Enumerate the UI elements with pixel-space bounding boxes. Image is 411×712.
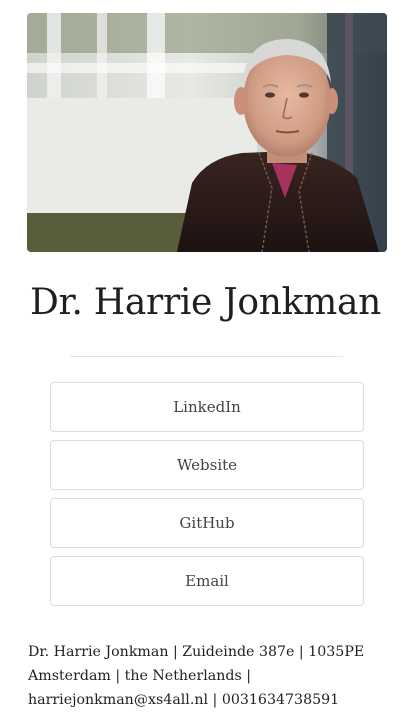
- link-list: LinkedIn Website GitHub Email: [50, 382, 364, 614]
- linkedin-button[interactable]: LinkedIn: [50, 382, 364, 432]
- profile-photo: [27, 13, 387, 252]
- github-button[interactable]: GitHub: [50, 498, 364, 548]
- page-title: Dr. Harrie Jonkman: [29, 282, 382, 323]
- email-button[interactable]: Email: [50, 556, 364, 606]
- divider: [70, 356, 343, 357]
- contact-footer: Dr. Harrie Jonkman | Zuideinde 387e | 10…: [28, 644, 365, 708]
- website-button[interactable]: Website: [50, 440, 364, 490]
